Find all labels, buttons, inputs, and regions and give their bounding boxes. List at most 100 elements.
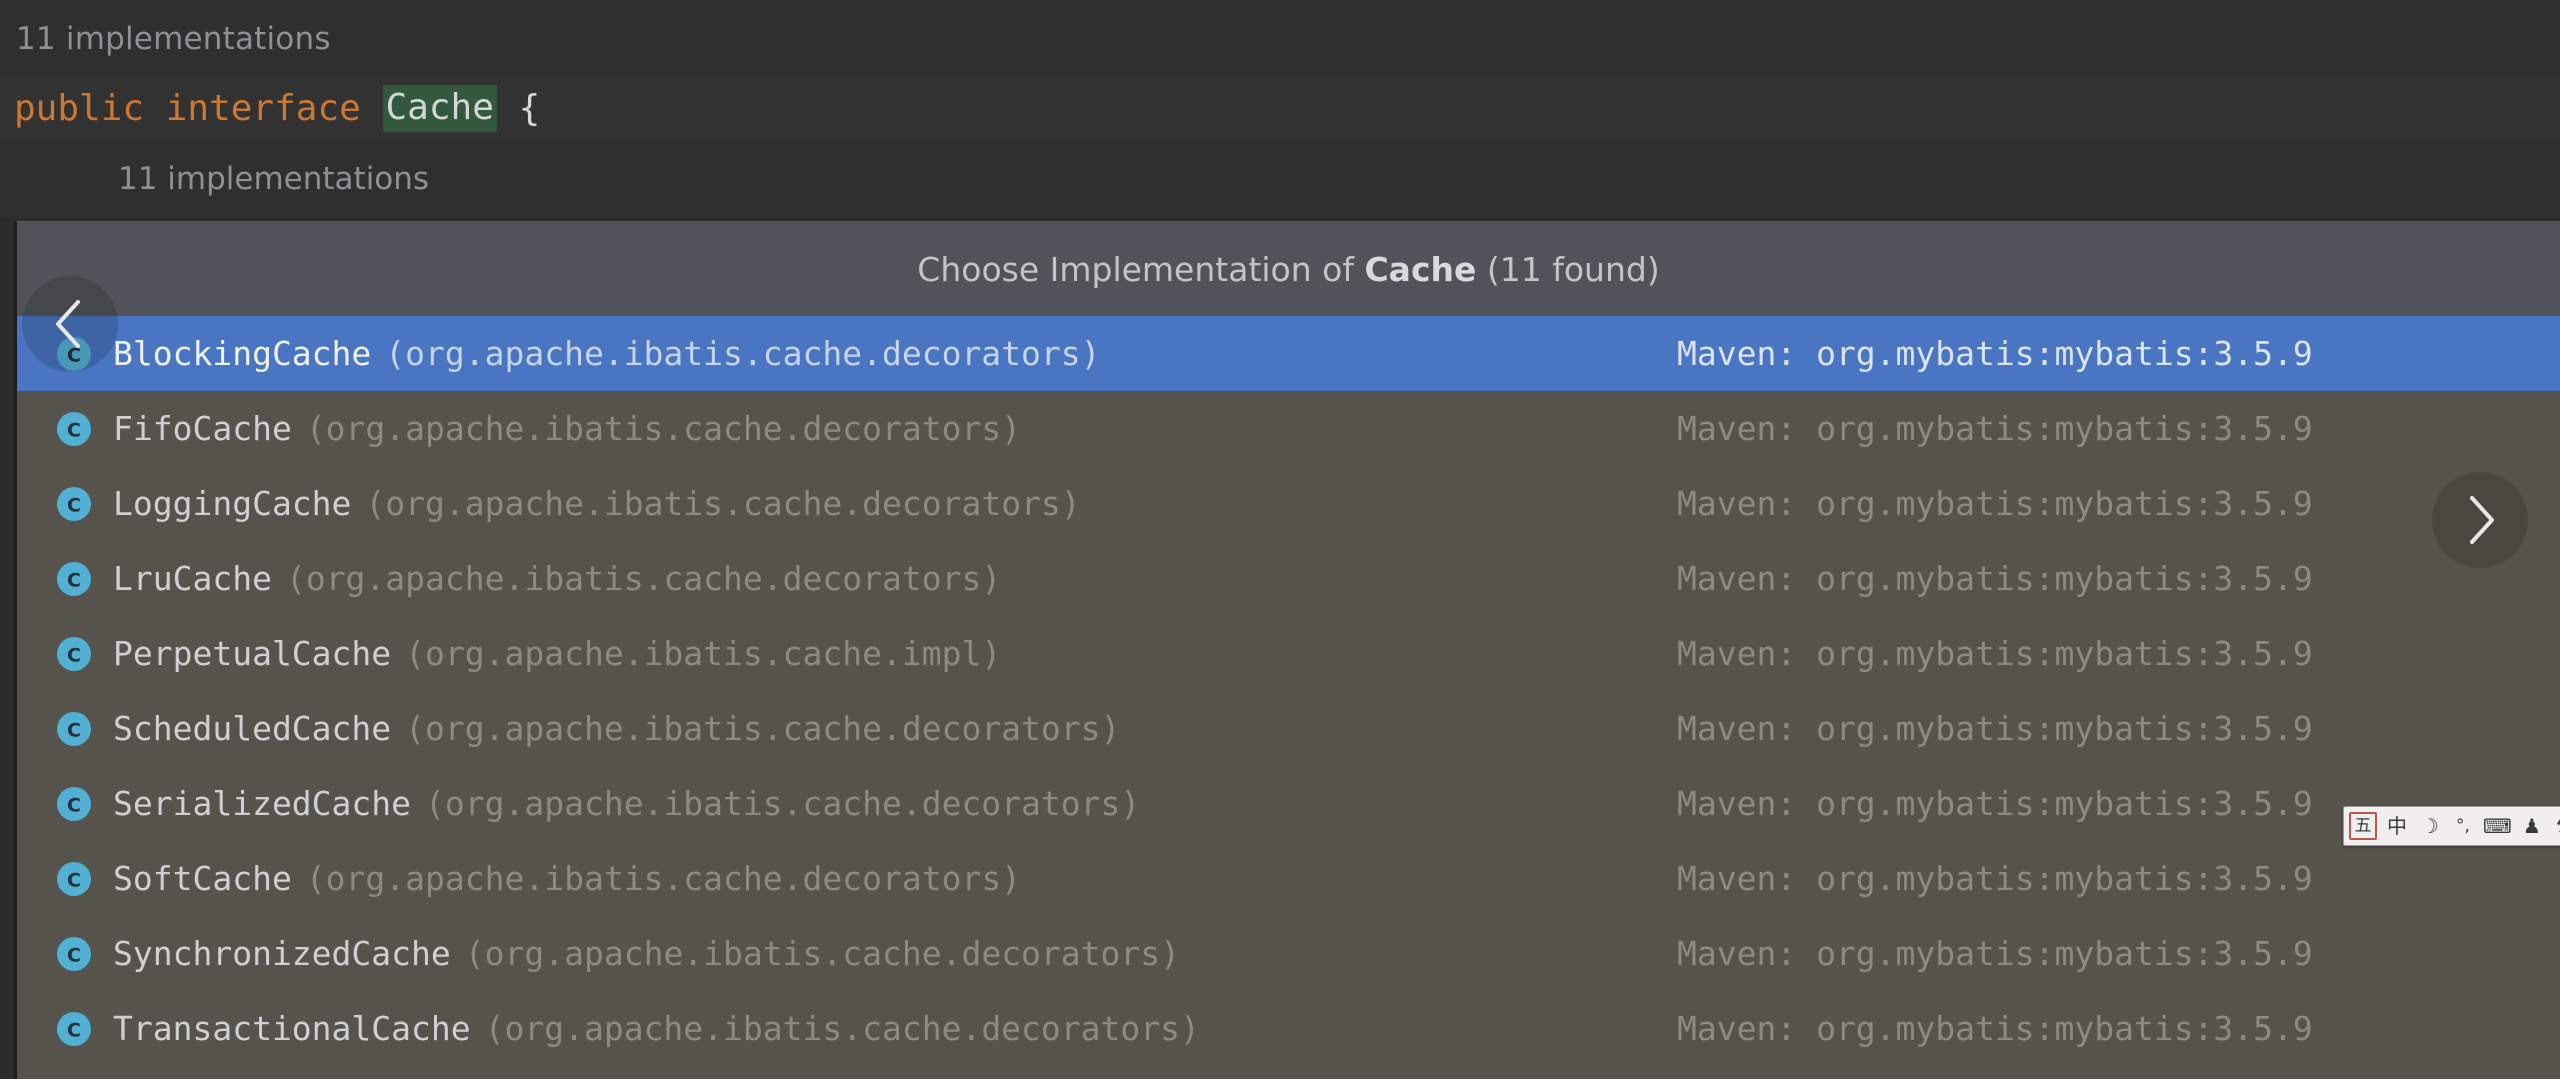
inlay-hint-label-top: 11 implementations <box>16 20 331 57</box>
choose-implementation-popup: Choose Implementation of Cache (11 found… <box>14 221 2560 1079</box>
code-space-2 <box>361 88 383 129</box>
identifier-cache[interactable]: Cache <box>382 84 497 132</box>
editor-code-line[interactable]: public interface Cache { <box>0 77 2560 139</box>
svg-text:C: C <box>67 944 81 966</box>
ime-punctuation-glyph: °, <box>2456 815 2470 836</box>
implementation-class-name: SynchronizedCache <box>113 934 451 973</box>
next-occurrence-icon[interactable] <box>2432 472 2528 568</box>
implementation-names: ScheduledCache (org.apache.ibatis.cache.d… <box>113 709 1120 748</box>
implementation-row[interactable]: C LoggingCache (org.apache.ibatis.cache.de… <box>17 466 2560 541</box>
implementation-class-name: LruCache <box>113 559 272 598</box>
ime-language-toggle-icon[interactable]: 中 <box>2384 811 2410 841</box>
popup-title-target: Cache <box>1364 249 1477 289</box>
implementation-row[interactable]: C SynchronizedCache (org.apache.ibatis.cac… <box>17 916 2560 991</box>
open-brace: { <box>518 87 541 129</box>
class-icon: C <box>51 406 97 452</box>
ime-punctuation-icon[interactable]: °, <box>2450 811 2476 841</box>
inlay-hint-implementations-sub[interactable]: 11 implementations <box>0 139 2560 218</box>
implementation-names: LoggingCache (org.apache.ibatis.cache.dec… <box>113 484 1081 523</box>
keyword-public: public <box>14 87 145 129</box>
implementation-class-name: FifoCache <box>113 409 292 448</box>
implementation-package-name: (org.apache.ibatis.cache.decorators) <box>285 559 1002 598</box>
implementation-names: SynchronizedCache (org.apache.ibatis.cach… <box>113 934 1180 973</box>
inlay-hint-implementations-top[interactable]: 11 implementations <box>0 0 2560 77</box>
implementation-row[interactable]: C TransactionalCache (org.apache.ibatis.ca… <box>17 991 2560 1066</box>
svg-text:C: C <box>67 719 81 741</box>
implementation-names: SerializedCache (org.apache.ibatis.cache.… <box>113 784 1140 823</box>
class-icon: C <box>51 706 97 752</box>
implementation-package-name: (org.apache.ibatis.cache.impl) <box>405 634 1002 673</box>
implementation-row[interactable]: C ScheduledCache (org.apache.ibatis.cache.… <box>17 691 2560 766</box>
popup-title-prefix: Choose Implementation of <box>917 249 1365 289</box>
svg-text:C: C <box>67 494 81 516</box>
implementation-class-name: BlockingCache <box>113 334 372 373</box>
ime-soft-keyboard-icon[interactable]: ⌨ <box>2483 811 2512 841</box>
previous-occurrence-icon[interactable] <box>22 276 118 372</box>
implementation-row[interactable]: C SoftCache (org.apache.ibatis.cache.decor… <box>17 841 2560 916</box>
implementation-names: FifoCache (org.apache.ibatis.cache.decora… <box>113 409 1021 448</box>
implementation-package-name: (org.apache.ibatis.cache.decorators) <box>464 934 1181 973</box>
class-icon: C <box>51 1006 97 1052</box>
implementation-names: LruCache (org.apache.ibatis.cache.decorat… <box>113 559 1001 598</box>
implementation-names: TransactionalCache (org.apache.ibatis.cac… <box>113 1009 1200 1048</box>
svg-text:C: C <box>67 794 81 816</box>
implementation-library: Maven: org.mybatis:mybatis:3.5.9 <box>1677 1009 2313 1048</box>
implementation-class-name: SoftCache <box>113 859 292 898</box>
implementation-row[interactable]: C BlockingCache (org.apache.ibatis.cache.d… <box>17 316 2560 391</box>
class-icon: C <box>51 481 97 527</box>
ime-user-dictionary-icon[interactable]: ♟ <box>2519 811 2545 841</box>
implementation-library: Maven: org.mybatis:mybatis:3.5.9 <box>1677 559 2313 598</box>
ime-shape-glyph: ☽ <box>2421 814 2439 838</box>
implementation-library: Maven: org.mybatis:mybatis:3.5.9 <box>1677 784 2313 823</box>
svg-text:C: C <box>67 869 81 891</box>
implementation-library: Maven: org.mybatis:mybatis:3.5.9 <box>1677 334 2313 373</box>
implementation-names: BlockingCache (org.apache.ibatis.cache.de… <box>113 334 1101 373</box>
implementation-class-name: ScheduledCache <box>113 709 392 748</box>
implementation-row[interactable]: C FifoCache (org.apache.ibatis.cache.decor… <box>17 391 2560 466</box>
code-space-1 <box>144 88 166 129</box>
ime-toolbar[interactable]: 五 中 ☽ °, ⌨ ♟ ⚒ <box>2343 806 2560 846</box>
ime-settings-glyph: ⚒ <box>2556 816 2560 836</box>
class-icon: C <box>51 781 97 827</box>
implementation-library: Maven: org.mybatis:mybatis:3.5.9 <box>1677 484 2313 523</box>
code-space-3 <box>497 88 519 129</box>
implementation-row[interactable]: C SerializedCache (org.apache.ibatis.cache… <box>17 766 2560 841</box>
ime-settings-icon[interactable]: ⚒ <box>2552 811 2560 841</box>
ime-language-glyph: 中 <box>2387 814 2407 838</box>
implementation-package-name: (org.apache.ibatis.cache.decorators) <box>305 859 1022 898</box>
svg-text:C: C <box>67 1019 81 1041</box>
popup-title-bar: Choose Implementation of Cache (11 found… <box>17 222 2560 316</box>
implementation-library: Maven: org.mybatis:mybatis:3.5.9 <box>1677 934 2313 973</box>
implementation-class-name: SerializedCache <box>113 784 412 823</box>
class-icon: C <box>51 931 97 977</box>
ime-input-mode-icon[interactable]: 五 <box>2349 812 2377 840</box>
keyword-interface: interface <box>165 87 361 129</box>
implementation-row[interactable]: C PerpetualCache (org.apache.ibatis.cache.… <box>17 616 2560 691</box>
implementation-names: SoftCache (org.apache.ibatis.cache.decora… <box>113 859 1021 898</box>
svg-text:C: C <box>67 419 81 441</box>
ime-keyboard-glyph: ⌨ <box>2483 814 2512 838</box>
inlay-hint-label-sub: 11 implementations <box>118 160 430 197</box>
implementation-package-name: (org.apache.ibatis.cache.decorators) <box>484 1009 1200 1048</box>
implementation-library: Maven: org.mybatis:mybatis:3.5.9 <box>1677 709 2313 748</box>
class-icon: C <box>51 631 97 677</box>
ime-halfwidth-fullwidth-icon[interactable]: ☽ <box>2417 811 2443 841</box>
implementation-package-name: (org.apache.ibatis.cache.decorators) <box>425 784 1141 823</box>
implementation-library: Maven: org.mybatis:mybatis:3.5.9 <box>1677 409 2313 448</box>
implementation-row[interactable]: CWeakCache(org.apache.ibatis.cache.decor… <box>17 1066 2560 1079</box>
svg-text:C: C <box>67 644 81 666</box>
implementation-package-name: (org.apache.ibatis.cache.decorators) <box>405 709 1121 748</box>
implementation-package-name: (org.apache.ibatis.cache.decorators) <box>385 334 1101 373</box>
implementation-package-name: (org.apache.ibatis.cache.decorators) <box>365 484 1081 523</box>
implementation-library: Maven: org.mybatis:mybatis:3.5.9 <box>1677 859 2313 898</box>
ime-input-mode-glyph: 五 <box>2354 815 2372 836</box>
implementation-class-name: TransactionalCache <box>113 1009 471 1048</box>
implementation-class-name: LoggingCache <box>113 484 352 523</box>
implementation-row[interactable]: C LruCache (org.apache.ibatis.cache.decora… <box>17 541 2560 616</box>
ime-user-glyph: ♟ <box>2522 814 2541 838</box>
svg-text:C: C <box>67 569 81 591</box>
implementation-names: PerpetualCache (org.apache.ibatis.cache.i… <box>113 634 1001 673</box>
screen: 11 implementations public interface Cach… <box>0 0 2560 1079</box>
popup-title-suffix: (11 found) <box>1476 249 1660 289</box>
implementation-list[interactable]: C BlockingCache (org.apache.ibatis.cache.d… <box>17 316 2560 1079</box>
